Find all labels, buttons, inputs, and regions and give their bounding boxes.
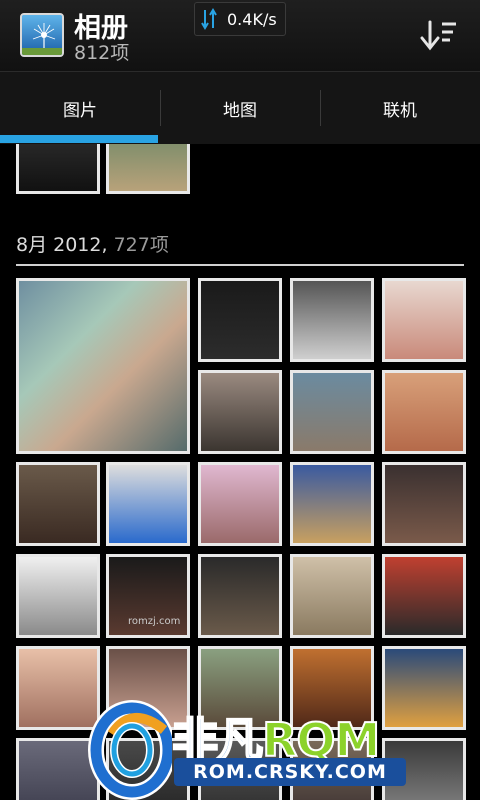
photo-thumbnail[interactable] [106,462,190,546]
data-transfer-arrows-icon [201,8,217,30]
photo-thumbnail[interactable] [198,462,282,546]
item-count: 812项 [74,42,130,64]
section-date: 8月 2012, [16,234,108,256]
photo-thumbnail[interactable] [382,278,466,362]
tab-selected-indicator [0,135,158,143]
photo-thumbnail[interactable] [16,278,190,454]
sort-button[interactable] [416,14,460,58]
action-bar: 相册 812项 0.4K/s [0,0,480,72]
watermark-url: ROM.CRSKY.COM [174,758,406,786]
watermark-small: romzj.com [128,616,181,627]
tab-bar: 图片 地图 联机 [0,72,480,144]
photo-thumbnail[interactable] [16,554,100,638]
crsky-swirl-logo-icon [88,700,172,800]
photo-thumbnail[interactable] [382,554,466,638]
site-watermark: 非凡RQM ROM.CRSKY.COM [82,694,412,800]
date-section-header: 8月 2012, 727项 [16,230,169,257]
photo-thumbnail[interactable] [198,370,282,454]
photo-thumbnail[interactable] [290,370,374,454]
photo-thumbnail[interactable] [290,462,374,546]
photo-thumbnail[interactable] [290,278,374,362]
tab-pictures[interactable]: 图片 [0,72,160,144]
photo-thumbnail[interactable] [382,462,466,546]
photo-thumbnail[interactable] [16,144,100,194]
sort-down-icon [420,20,456,51]
photo-thumbnail[interactable] [382,370,466,454]
photo-thumbnail[interactable] [198,278,282,362]
tab-online[interactable]: 联机 [320,72,480,144]
photo-thumbnail[interactable] [198,554,282,638]
network-speed-indicator: 0.4K/s [194,2,286,36]
tab-map[interactable]: 地图 [160,72,320,144]
photo-thumbnail[interactable] [290,554,374,638]
album-dandelion-icon[interactable] [20,13,64,57]
speed-value: 0.4K/s [227,9,277,29]
photo-thumbnail[interactable] [106,144,190,194]
photo-thumbnail[interactable] [16,462,100,546]
section-count: 727项 [113,234,169,256]
section-divider [16,264,464,266]
